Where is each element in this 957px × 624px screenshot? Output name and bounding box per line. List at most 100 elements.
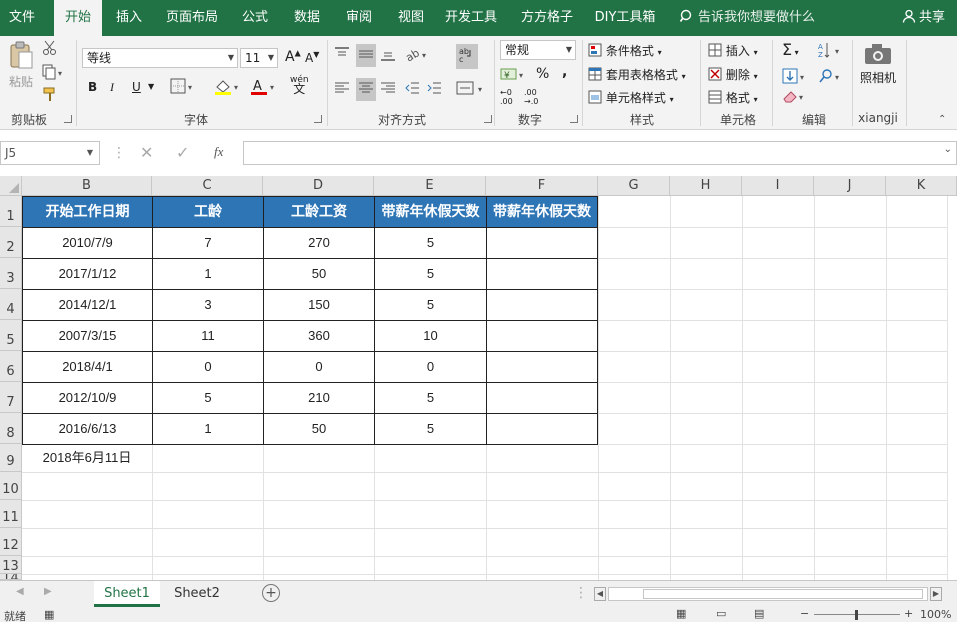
tab-data[interactable]: 数据	[286, 0, 328, 36]
column-header-d[interactable]: D	[263, 176, 374, 196]
table-header-start-date[interactable]: 开始工作日期	[22, 196, 153, 228]
comma-button[interactable]: ,	[562, 64, 567, 80]
format-cells-button[interactable]: 格式 ▾	[708, 89, 758, 106]
page-layout-view-icon[interactable]: ▭	[716, 607, 726, 620]
table-cell[interactable]	[486, 351, 598, 383]
number-format-combo[interactable]: 常规 ▼	[500, 40, 576, 60]
scroll-tabs-left-button[interactable]: ◀	[16, 586, 24, 597]
column-header-e[interactable]: E	[374, 176, 486, 196]
accounting-format-button[interactable]: ¥ ▾	[500, 66, 528, 85]
font-color-button[interactable]: A ▾	[250, 78, 278, 99]
shrink-font-button[interactable]: A▼	[305, 50, 319, 65]
borders-button[interactable]: ▾	[170, 78, 196, 97]
grow-font-button[interactable]: A▲	[285, 48, 301, 65]
normal-view-icon[interactable]: ▦	[676, 607, 686, 620]
italic-button[interactable]: I	[110, 80, 114, 95]
fill-button[interactable]: ▾	[782, 68, 808, 87]
zoom-in-button[interactable]: +	[904, 607, 913, 620]
row-header[interactable]: 5	[0, 320, 22, 351]
find-select-button[interactable]: ▾	[818, 68, 844, 87]
table-cell[interactable]	[486, 258, 598, 290]
increase-indent-button[interactable]	[426, 80, 442, 99]
tab-view[interactable]: 视图	[390, 0, 432, 36]
table-cell[interactable]: 1	[152, 413, 264, 445]
scroll-tabs-right-button[interactable]: ▶	[44, 586, 52, 597]
zoom-level[interactable]: 100%	[920, 608, 951, 621]
table-cell[interactable]: 360	[263, 320, 375, 352]
tab-home[interactable]: 开始	[54, 0, 102, 36]
row-header[interactable]: 12	[0, 528, 22, 556]
table-cell[interactable]	[486, 320, 598, 352]
column-header-j[interactable]: J	[814, 176, 886, 196]
table-cell[interactable]: 270	[263, 227, 375, 259]
table-cell[interactable]: 10	[374, 320, 487, 352]
tab-file[interactable]: 文件	[0, 0, 44, 36]
vertical-scrollbar[interactable]	[947, 196, 957, 580]
table-cell[interactable]: 0	[263, 351, 375, 383]
clipboard-launcher[interactable]	[64, 115, 72, 123]
macro-record-icon[interactable]: ▦	[44, 608, 54, 621]
row-header[interactable]: 9	[0, 444, 22, 472]
table-cell[interactable]	[486, 413, 598, 445]
format-as-table-button[interactable]: 套用表格格式 ▾	[588, 66, 686, 83]
camera-button[interactable]: 照相机	[858, 42, 898, 86]
table-cell[interactable]: 150	[263, 289, 375, 321]
tell-me-box[interactable]: 告诉我你想要做什么	[680, 0, 815, 36]
insert-cells-button[interactable]: 插入 ▾	[708, 42, 758, 59]
table-cell[interactable]: 5	[374, 382, 487, 414]
number-launcher[interactable]	[570, 115, 578, 123]
column-header-f[interactable]: F	[486, 176, 598, 196]
column-header-k[interactable]: K	[886, 176, 957, 196]
table-cell[interactable]: 3	[152, 289, 264, 321]
table-cell[interactable]: 5	[374, 413, 487, 445]
table-header-paid-leave-2[interactable]: 带薪年休假天数	[486, 196, 598, 228]
decrease-indent-button[interactable]	[404, 80, 420, 99]
table-cell[interactable]: 7	[152, 227, 264, 259]
fill-color-button[interactable]: ▾	[214, 78, 242, 99]
table-cell[interactable]: 2012/10/9	[22, 382, 153, 414]
reference-date-cell[interactable]: 2018年6月11日	[22, 444, 152, 472]
table-cell[interactable]: 2010/7/9	[22, 227, 153, 259]
table-cell[interactable]: 2007/3/15	[22, 320, 153, 352]
table-cell[interactable]: 2016/6/13	[22, 413, 153, 445]
wrap-text-button[interactable]: ab c	[456, 44, 478, 69]
confirm-formula-button[interactable]: ✓	[176, 143, 189, 162]
tab-review[interactable]: 审阅	[338, 0, 380, 36]
percent-button[interactable]: %	[536, 66, 549, 82]
row-header[interactable]: 1	[0, 196, 22, 227]
paste-button[interactable]: 粘贴	[6, 40, 36, 90]
row-header[interactable]: 2	[0, 227, 22, 258]
top-align-button[interactable]	[334, 46, 350, 65]
table-cell[interactable]: 1	[152, 258, 264, 290]
table-cell[interactable]: 5	[152, 382, 264, 414]
table-cell[interactable]: 50	[263, 258, 375, 290]
tab-developer[interactable]: 开发工具	[442, 0, 500, 36]
phonetic-button[interactable]: wén 文	[290, 76, 309, 96]
increase-decimal-button[interactable]: ←0.00	[500, 88, 513, 106]
conditional-format-button[interactable]: 条件格式 ▾	[588, 42, 662, 59]
cancel-formula-button[interactable]: ✕	[140, 143, 153, 162]
sort-filter-button[interactable]: A Z ▾	[818, 42, 844, 61]
table-cell[interactable]: 2017/1/12	[22, 258, 153, 290]
table-cell[interactable]	[486, 227, 598, 259]
table-cell[interactable]: 5	[374, 258, 487, 290]
align-center-button[interactable]	[356, 78, 376, 101]
underline-dropdown[interactable]: ▼	[148, 82, 154, 91]
table-cell[interactable]: 2014/12/1	[22, 289, 153, 321]
formula-input[interactable]: ⌄	[243, 141, 957, 165]
font-launcher[interactable]	[314, 115, 322, 123]
table-cell[interactable]	[486, 289, 598, 321]
table-cell[interactable]: 5	[374, 227, 487, 259]
add-sheet-button[interactable]: +	[262, 584, 280, 602]
row-header[interactable]: 11	[0, 500, 22, 528]
row-header[interactable]: 6	[0, 351, 22, 382]
table-cell[interactable]: 11	[152, 320, 264, 352]
select-all-corner[interactable]	[0, 176, 22, 196]
table-cell[interactable]: 210	[263, 382, 375, 414]
merge-center-button[interactable]: ▾	[456, 80, 486, 99]
row-header[interactable]: 13	[0, 556, 22, 574]
cut-button[interactable]	[42, 40, 58, 59]
column-header-g[interactable]: G	[598, 176, 670, 196]
zoom-out-button[interactable]: −	[800, 607, 809, 620]
tab-formulas[interactable]: 公式	[234, 0, 276, 36]
